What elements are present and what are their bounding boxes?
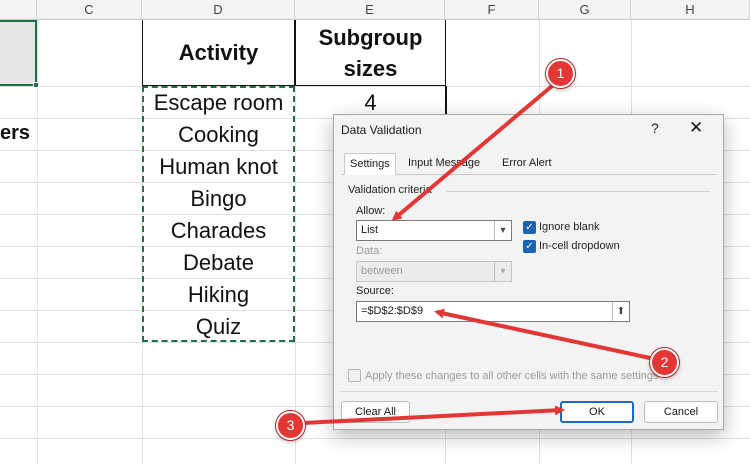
callout-badge-3: 3 — [276, 411, 305, 440]
annotation-arrows — [302, 84, 651, 425]
arrow-1-to-allow — [391, 84, 554, 221]
arrow-2-to-source — [434, 308, 651, 360]
callout-badge-1: 1 — [546, 59, 575, 88]
callout-badge-2: 2 — [650, 348, 679, 377]
arrow-3-to-ok — [302, 405, 565, 425]
